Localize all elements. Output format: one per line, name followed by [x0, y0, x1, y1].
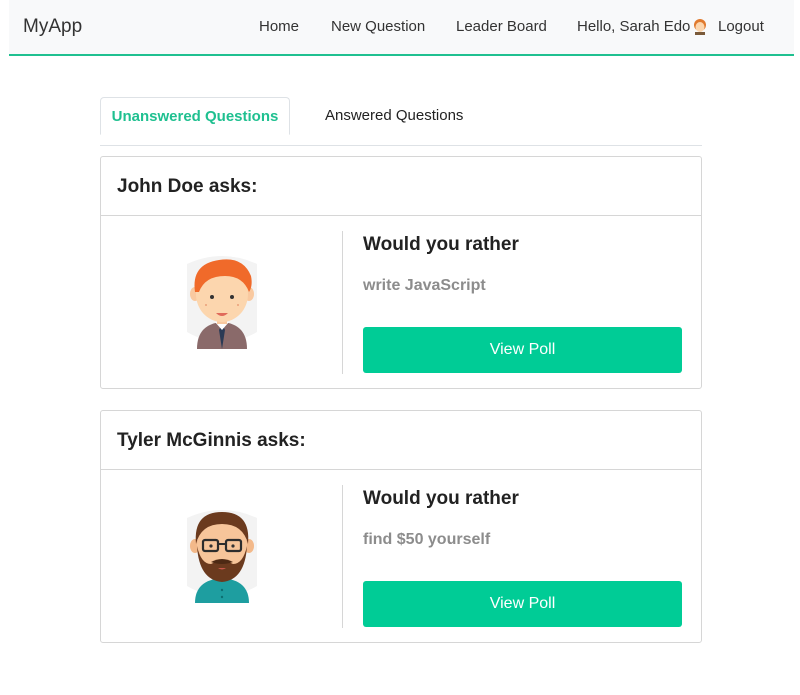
nav-new-question-link[interactable]: New Question — [331, 18, 425, 35]
question-option-preview: write JavaScript — [363, 277, 486, 294]
bearded-man-glasses-avatar-icon — [187, 510, 257, 603]
navbar: MyApp Home New Question Leader Board Hel… — [9, 0, 794, 56]
tab-answered[interactable]: Answered Questions — [325, 97, 463, 135]
question-card: Tyler McGinnis asks: Would you rather fi… — [100, 410, 702, 643]
user-greeting: Hello, Sarah Edo — [577, 18, 691, 35]
card-divider — [342, 485, 343, 628]
question-option-preview: find $50 yourself — [363, 531, 491, 548]
question-title: Would you rather — [363, 234, 519, 255]
tab-unanswered[interactable]: Unanswered Questions — [100, 97, 290, 135]
question-tabs: Unanswered Questions Answered Questions — [100, 97, 702, 146]
red-hair-man-avatar-icon — [187, 256, 257, 349]
question-title: Would you rather — [363, 488, 519, 509]
app-brand[interactable]: MyApp — [23, 16, 82, 38]
view-poll-button[interactable]: View Poll — [363, 327, 682, 373]
question-author-heading: Tyler McGinnis asks: — [101, 411, 701, 470]
user-avatar-icon — [694, 19, 706, 35]
question-author-heading: John Doe asks: — [101, 157, 701, 216]
card-divider — [342, 231, 343, 374]
logout-link[interactable]: Logout — [718, 18, 764, 35]
view-poll-button[interactable]: View Poll — [363, 581, 682, 627]
question-card: John Doe asks: Would you rather write Ja… — [100, 156, 702, 389]
nav-leader-board-link[interactable]: Leader Board — [456, 18, 547, 35]
nav-home-link[interactable]: Home — [259, 18, 299, 35]
